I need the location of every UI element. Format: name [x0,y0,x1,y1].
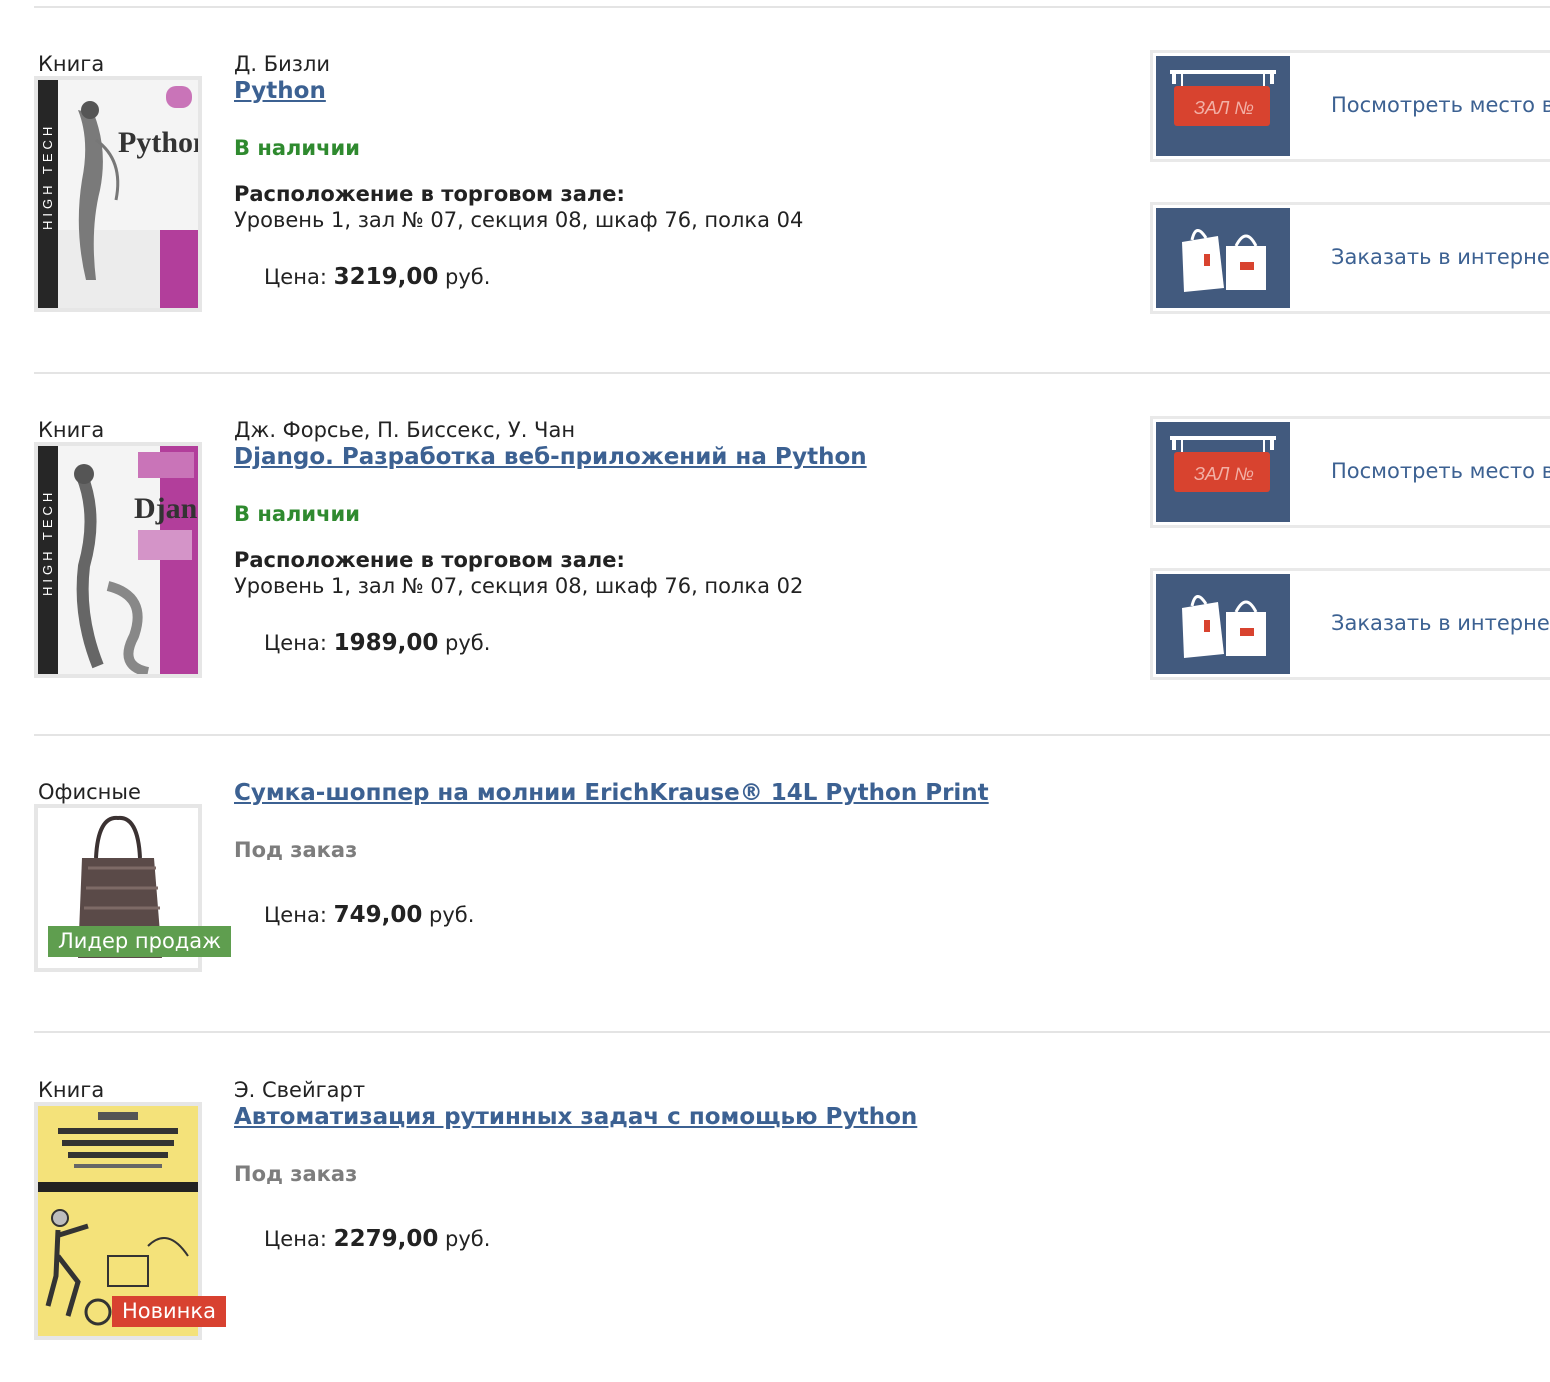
item-category: Офисные [38,780,141,804]
svg-text:ЗАЛ №: ЗАЛ № [1194,464,1254,484]
price-currency: руб. [445,265,491,289]
item-author: Д. Бизли [234,52,331,76]
item-title-link[interactable]: Python [234,78,326,104]
svg-text:HIGH TECH: HIGH TECH [40,489,55,596]
price-value: 1989,00 [333,630,439,656]
order-online-label: Заказать в интернет- [1331,245,1550,269]
location-label: Расположение в торговом зале: [234,548,625,572]
view-hall-location-label: Посмотреть место в з [1331,459,1550,483]
view-hall-location-label: Посмотреть место в з [1331,93,1550,117]
divider [34,6,1550,8]
price-prefix: Цена: [264,903,327,927]
hall-sign-icon: ЗАЛ № [1156,56,1290,156]
new-arrival-badge: Новинка [112,1296,226,1327]
location-text: Уровень 1, зал № 07, секция 08, шкаф 76,… [234,208,804,232]
availability-status: Под заказ [234,838,358,862]
python-book-cover-image: HIGH TECH Python [38,80,198,308]
item-title-link[interactable]: Автоматизация рутинных задач с помощью P… [234,1104,917,1130]
price-currency: руб. [429,903,475,927]
shopping-bags-icon [1156,208,1290,308]
order-online-button[interactable]: Заказать в интернет- [1150,202,1550,314]
item-author: Э. Свейгарт [234,1078,366,1102]
price: Цена: 3219,00 руб. [264,264,490,290]
svg-text:Python: Python [118,126,198,159]
hall-sign-icon: ЗАЛ № [1156,422,1290,522]
svg-text:HIGH TECH: HIGH TECH [40,123,55,230]
view-hall-location-button[interactable]: ЗАЛ № Посмотреть место в з [1150,416,1550,528]
product-item-shopper-bag: Офисные Лидер продаж Сумка-шоппер на мол… [0,780,1550,1000]
item-author: Дж. Форсье, П. Биссекс, У. Чан [234,418,576,442]
price: Цена: 2279,00 руб. [264,1226,490,1252]
item-title-link[interactable]: Сумка-шоппер на молнии ErichKrause® 14L … [234,780,989,806]
search-results-list: Книга HIGH TECH Python Д. Бизли Python В… [0,0,1550,1382]
item-category: Книга [38,418,105,442]
order-online-label: Заказать в интернет- [1331,611,1550,635]
availability-status: В наличии [234,502,360,526]
order-online-button[interactable]: Заказать в интернет- [1150,568,1550,680]
divider [34,372,1550,374]
price-prefix: Цена: [264,631,327,655]
view-hall-location-button[interactable]: ЗАЛ № Посмотреть место в з [1150,50,1550,162]
price-prefix: Цена: [264,1227,327,1251]
product-item-automation-book: Книга Новинка Э. Свейгарт Автоматизация … [0,1078,1550,1378]
python-book-cover[interactable]: HIGH TECH Python [34,76,202,312]
availability-status: В наличии [234,136,360,160]
product-item-django: Книга HIGH TECH Django Дж. Форсье, П. Би… [0,416,1550,718]
product-item-python: Книга HIGH TECH Python Д. Бизли Python В… [0,50,1550,352]
price-currency: руб. [445,1227,491,1251]
availability-status: Под заказ [234,1162,358,1186]
item-title-link[interactable]: Django. Разработка веб-приложений на Pyt… [234,444,867,470]
price-prefix: Цена: [264,265,327,289]
divider [34,734,1550,736]
shopping-bags-icon [1156,574,1290,674]
django-book-cover[interactable]: HIGH TECH Django [34,442,202,678]
location-label: Расположение в торговом зале: [234,182,625,206]
price-value: 2279,00 [333,1226,439,1252]
price-value: 749,00 [333,902,423,928]
item-category: Книга [38,52,105,76]
location-text: Уровень 1, зал № 07, секция 08, шкаф 76,… [234,574,804,598]
divider [34,1031,1550,1033]
svg-text:ЗАЛ №: ЗАЛ № [1194,98,1254,118]
price: Цена: 749,00 руб. [264,902,474,928]
svg-text:Django: Django [134,492,198,525]
price-currency: руб. [445,631,491,655]
item-category: Книга [38,1078,105,1102]
bestseller-badge: Лидер продаж [48,926,232,957]
price: Цена: 1989,00 руб. [264,630,490,656]
django-book-cover-image: HIGH TECH Django [38,446,198,674]
price-value: 3219,00 [333,264,439,290]
